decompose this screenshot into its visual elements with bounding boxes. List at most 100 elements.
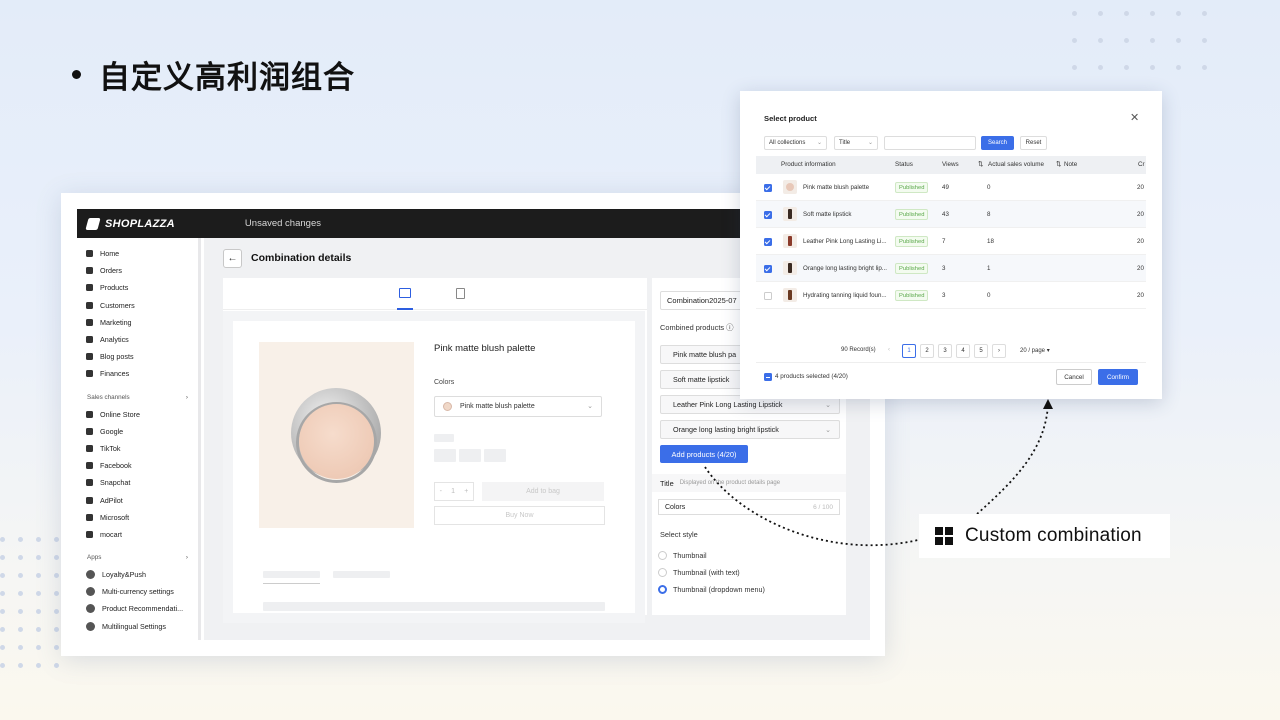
add-to-bag-button[interactable]: Add to bag — [482, 482, 604, 501]
collection-filter[interactable]: All collections ⌄ — [764, 136, 827, 150]
sidebar-item-blog-posts[interactable]: Blog posts — [77, 348, 198, 365]
channel-snapchat[interactable]: Snapchat — [77, 474, 198, 491]
app-multilingual[interactable]: Multilingual Settings — [77, 618, 198, 635]
active-tab-indicator — [397, 308, 413, 310]
sidebar-item-label: Products — [100, 283, 129, 293]
app-loyalty-push[interactable]: Loyalty&Push — [77, 566, 198, 583]
app-label: Loyalty&Push — [102, 570, 146, 580]
confirm-button[interactable]: Confirm — [1098, 369, 1138, 385]
google-icon — [86, 427, 93, 435]
close-icon[interactable]: ✕ — [1130, 111, 1139, 124]
sales-cell: 0 — [987, 292, 991, 299]
sidebar-item-orders[interactable]: Orders — [77, 262, 198, 279]
page-button[interactable]: 1 — [902, 344, 916, 358]
table-row[interactable]: Pink matte blush palette Published 49 0 … — [756, 174, 1146, 201]
sidebar-item-products[interactable]: Products — [77, 279, 198, 296]
shoplazza-logo[interactable]: SHOPLAZZA — [85, 217, 175, 230]
selected-count: 4 products selected (4/20) — [775, 373, 848, 380]
swatch-icon — [443, 402, 452, 411]
channel-mocart[interactable]: mocart — [77, 526, 198, 543]
app-icon — [86, 587, 95, 597]
page-button[interactable]: 2 — [920, 344, 934, 358]
search-button[interactable]: Search — [981, 136, 1014, 150]
back-button[interactable]: ← — [223, 249, 242, 268]
desktop-icon[interactable] — [399, 288, 411, 298]
checkbox-checked-icon[interactable] — [764, 184, 772, 192]
channel-adpilot[interactable]: AdPilot — [77, 491, 198, 508]
style-option-thumbnail-text[interactable]: Thumbnail (with text) — [658, 568, 740, 577]
per-page-select[interactable]: 20 / page ▾ — [1020, 347, 1050, 354]
channel-tiktok[interactable]: TikTok — [77, 440, 198, 457]
channel-google[interactable]: Google — [77, 423, 198, 440]
home-icon — [86, 250, 93, 258]
logo-icon — [85, 217, 101, 230]
checkbox-checked-icon[interactable] — [764, 238, 772, 246]
page-button[interactable]: 4 — [956, 344, 970, 358]
sort-icon[interactable]: ⇅ — [978, 161, 983, 168]
user-icon — [86, 301, 93, 309]
table-row[interactable]: Orange long lasting bright lip... Publis… — [756, 255, 1146, 282]
tag-icon — [86, 284, 93, 292]
status-badge: Published — [895, 236, 929, 247]
combined-product-item[interactable]: Orange long lasting bright lipstick ⌄ — [660, 420, 840, 439]
next-page-icon[interactable]: › — [992, 344, 1006, 358]
quantity-stepper[interactable]: - 1 + — [434, 482, 474, 501]
table-row[interactable]: Leather Pink Long Lasting Li... Publishe… — [756, 228, 1146, 255]
sidebar-item-label: Home — [100, 249, 120, 259]
sort-icon[interactable]: ⇅ — [1056, 161, 1061, 168]
placeholder-block — [263, 602, 605, 611]
status-badge: Published — [895, 209, 929, 220]
channel-label: Snapchat — [100, 478, 131, 488]
title-input[interactable]: Colors 6 / 100 — [658, 499, 840, 515]
sidebar-item-customers[interactable]: Customers — [77, 297, 198, 314]
product-name: Leather Pink Long Lasting Li... — [803, 238, 887, 245]
title-section: Title Displayed on the product details p… — [652, 474, 846, 492]
channel-microsoft[interactable]: Microsoft — [77, 509, 198, 526]
sidebar-item-label: Marketing — [100, 317, 132, 327]
column-header[interactable]: Actual sales volume — [988, 161, 1044, 168]
channel-online-store[interactable]: Online Store — [77, 406, 198, 423]
qty-plus[interactable]: + — [464, 488, 468, 495]
channel-label: TikTok — [100, 443, 121, 453]
page-button[interactable]: 3 — [938, 344, 952, 358]
app-product-recommendation[interactable]: Product Recommendati... — [77, 600, 198, 617]
select-product-modal: Select product ✕ All collections ⌄ Title ⌄… — [740, 91, 1162, 399]
cancel-button[interactable]: Cancel — [1056, 369, 1092, 385]
checkbox-checked-icon[interactable] — [764, 265, 772, 273]
tablet-icon[interactable] — [456, 288, 465, 299]
field-filter[interactable]: Title ⌄ — [834, 136, 878, 150]
sidebar-item-finances[interactable]: Finances — [77, 365, 198, 382]
sidebar-item-home[interactable]: Home — [77, 245, 198, 262]
search-input[interactable] — [884, 136, 976, 150]
reset-button[interactable]: Reset — [1020, 136, 1047, 150]
color-dropdown[interactable]: Pink matte blush palette ⌄ — [434, 396, 602, 417]
adpilot-icon — [86, 496, 93, 504]
microsoft-icon — [86, 513, 93, 521]
sidebar-item-analytics[interactable]: Analytics — [77, 331, 198, 348]
product-thumbnail — [783, 207, 797, 221]
checkbox-partial-icon[interactable] — [764, 373, 772, 381]
add-products-button[interactable]: Add products (4/20) — [660, 445, 748, 463]
connector-path — [976, 404, 1049, 515]
checkbox-icon[interactable] — [764, 292, 772, 300]
sidebar-item-marketing[interactable]: Marketing — [77, 314, 198, 331]
style-option-thumbnail[interactable]: Thumbnail — [658, 551, 707, 560]
sales-channels-header[interactable]: Sales channels › — [77, 389, 198, 406]
qty-minus[interactable]: - — [440, 488, 442, 495]
channel-facebook[interactable]: Facebook — [77, 457, 198, 474]
page-button[interactable]: 5 — [974, 344, 988, 358]
checkbox-checked-icon[interactable] — [764, 211, 772, 219]
column-header[interactable]: Views — [942, 161, 959, 168]
prev-page-icon[interactable]: ‹ — [888, 347, 890, 353]
decorative-dots — [0, 537, 59, 668]
style-option-thumbnail-dropdown[interactable]: Thumbnail (dropdown menu) — [658, 585, 765, 594]
placeholder-block — [434, 449, 456, 462]
app-multi-currency[interactable]: Multi-currency settings — [77, 583, 198, 600]
product-name: Hydrating tanning liquid foun... — [803, 292, 887, 299]
apps-header[interactable]: Apps › — [77, 549, 198, 566]
table-row[interactable]: Hydrating tanning liquid foun... Publish… — [756, 282, 1146, 309]
table-row[interactable]: Soft matte lipstick Published 43 8 20 — [756, 201, 1146, 228]
megaphone-icon — [86, 318, 93, 326]
buy-now-button[interactable]: Buy Now — [434, 506, 605, 525]
select-style-label: Select style — [660, 530, 698, 539]
